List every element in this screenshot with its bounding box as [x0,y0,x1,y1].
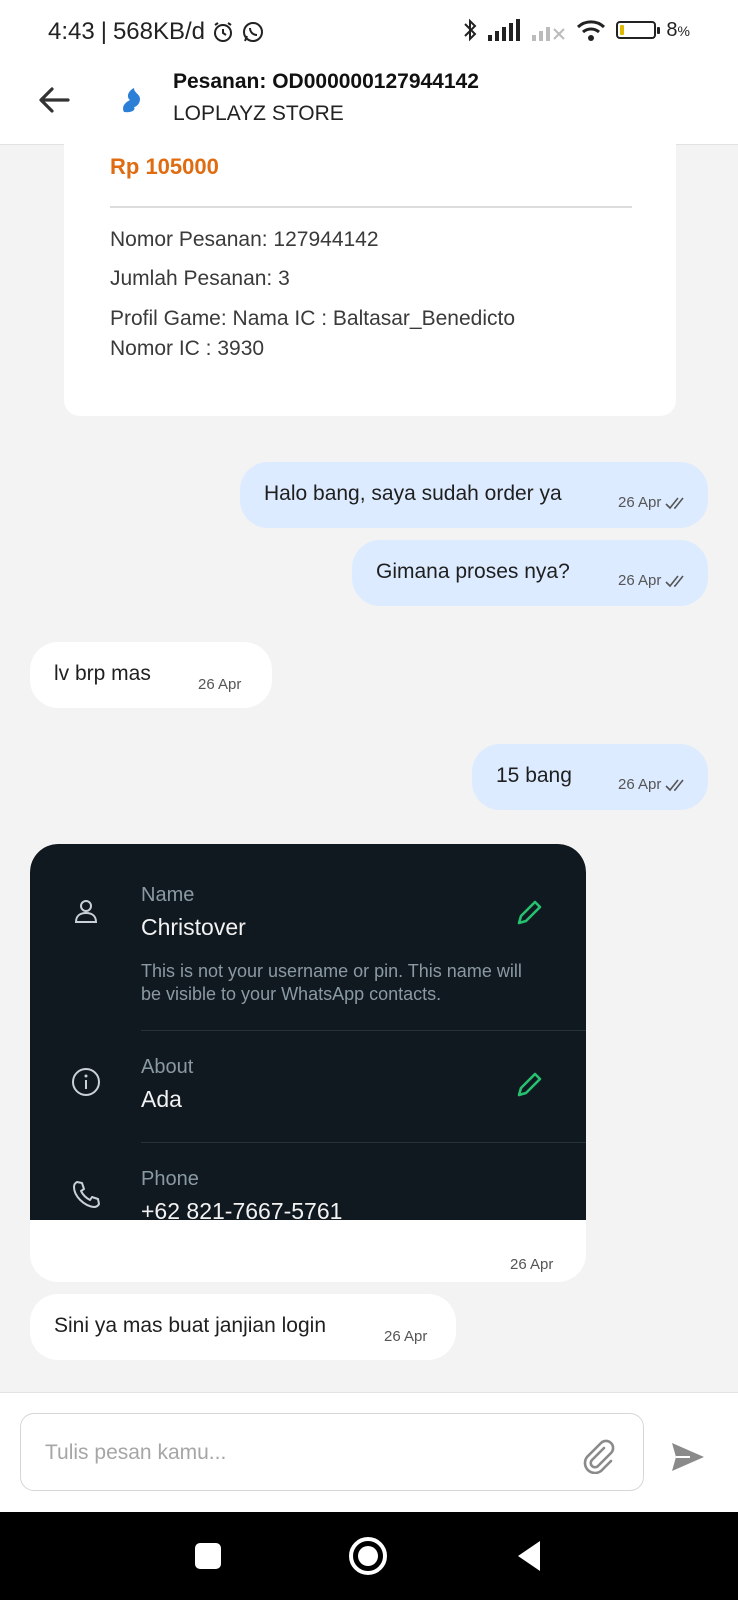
double-check-icon [665,779,684,791]
message-meta: 26 Apr [198,676,242,693]
message-bubble-outgoing[interactable]: 15 bang 26 Apr [472,744,708,810]
message-bubble-incoming[interactable]: Sini ya mas buat janjian login 26 Apr [30,1294,456,1360]
alarm-icon [214,22,233,42]
game-profile-name: Profil Game: Nama IC : Baltasar_Benedict… [110,307,516,330]
message-text: Halo bang, saya sudah order ya [264,482,562,505]
chat-header: Pesanan: OD000000127944142 LOPLAYZ STORE [0,62,738,145]
signal-off-icon [532,27,566,41]
divider [141,1142,586,1143]
order-title: Pesanan: OD000000127944142 [173,70,479,93]
status-bar: 4:43 | 568KB/d 8% [0,0,738,62]
double-check-icon [665,497,684,509]
profile-about-label: About [141,1056,194,1078]
status-data-rate: 568KB/d [112,18,206,45]
message-meta: 26 Apr [384,1328,428,1345]
order-number: Nomor Pesanan: 127944142 [110,228,379,251]
message-meta: 26 Apr [510,1256,554,1273]
person-icon [74,900,98,923]
order-quantity: Jumlah Pesanan: 3 [110,267,290,290]
image-message[interactable]: Name Christover This is not your usernam… [30,844,586,1282]
message-text: Gimana proses nya? [376,560,570,583]
battery-icon [616,21,661,39]
back-arrow-icon[interactable] [34,80,74,120]
back-button-icon[interactable] [508,1534,552,1578]
divider [110,206,632,208]
message-text: 15 bang [496,764,572,787]
game-profile-id: Nomor IC : 3930 [110,337,265,360]
profile-phone-value: +62 821-7667-5761 [141,1198,343,1220]
message-bubble-outgoing[interactable]: Halo bang, saya sudah order ya 26 Apr [240,462,708,528]
phone-icon [73,1181,100,1208]
message-meta: 26 Apr [618,776,687,793]
bluetooth-icon [464,18,477,42]
profile-name-hint: This is not your username or pin. This n… [141,961,522,1004]
whatsapp-icon [243,22,264,42]
status-right: 8% [462,18,690,42]
info-icon [72,1068,100,1096]
message-composer [20,1413,644,1491]
profile-name-label: Name [141,884,195,906]
system-navigation-bar [0,1512,738,1600]
wifi-icon [577,20,606,41]
message-meta: 26 Apr [618,572,687,589]
edit-pencil-icon [517,1072,542,1097]
message-bubble-incoming[interactable]: lv brp mas 26 Apr [30,642,272,708]
status-left: 4:43 | 568KB/d [48,18,265,46]
store-name: LOPLAYZ STORE [173,102,344,125]
store-logo-icon [123,88,140,113]
double-check-icon [665,575,684,587]
message-composer-bar [0,1392,738,1513]
battery-percent: 8% [666,18,690,41]
send-icon[interactable] [668,1437,708,1477]
edit-pencil-icon [517,900,542,925]
message-text: lv brp mas [54,662,151,685]
message-input[interactable] [43,1432,547,1474]
status-time: 4:43 [48,18,95,45]
order-price: Rp 105000 [110,154,219,179]
shared-screenshot-image[interactable]: Name Christover This is not your usernam… [30,844,586,1220]
profile-about-value: Ada [141,1086,182,1112]
order-summary-card: Rp 105000 Nomor Pesanan: 127944142 Jumla… [64,140,676,416]
signal-icon [488,19,521,41]
home-button-icon[interactable] [346,1534,390,1578]
profile-name-value: Christover [141,914,246,940]
recents-button-icon[interactable] [186,1534,230,1578]
paperclip-icon[interactable] [577,1434,617,1474]
profile-phone-label: Phone [141,1168,199,1190]
message-bubble-outgoing[interactable]: Gimana proses nya? 26 Apr [352,540,708,606]
message-text: Sini ya mas buat janjian login [54,1314,326,1337]
divider [141,1030,586,1031]
message-meta: 26 Apr [618,494,687,511]
